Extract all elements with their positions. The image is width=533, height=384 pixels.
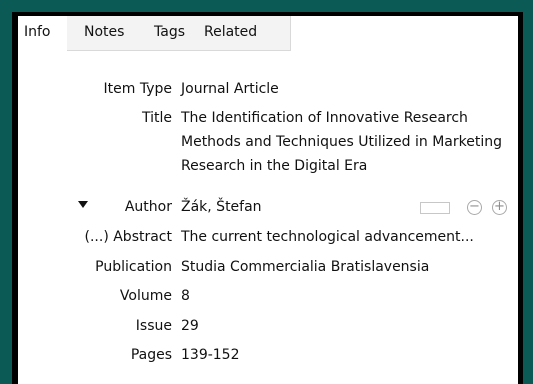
plus-circle-icon[interactable]: + <box>492 200 507 215</box>
issue-row: Issue 29 <box>18 314 518 338</box>
tab-info[interactable]: Info <box>18 16 66 52</box>
pages-label: Pages <box>130 347 172 363</box>
author-label: Author <box>124 199 172 215</box>
abstract-row: (...) Abstract The current technological… <box>18 225 518 249</box>
volume-label: Volume <box>119 288 172 304</box>
tab-related[interactable]: Related <box>204 16 257 50</box>
triangle-down-icon[interactable] <box>78 201 88 208</box>
title-label: Title <box>141 110 172 126</box>
pages-value[interactable]: 139-152 <box>181 343 516 367</box>
item-type-row: Item Type Journal Article <box>18 77 518 101</box>
tab-notes[interactable]: Notes <box>84 16 124 50</box>
minus-circle-icon[interactable]: − <box>467 200 482 215</box>
publication-label: Publication <box>95 259 172 275</box>
author-row: Author Žák, Štefan − + <box>18 195 518 219</box>
author-switch-box[interactable] <box>420 202 450 214</box>
publication-row: Publication Studia Commercialia Bratisla… <box>18 255 518 279</box>
publication-value[interactable]: Studia Commercialia Bratislavensia <box>181 255 516 279</box>
issue-label: Issue <box>135 318 172 334</box>
author-value[interactable]: Žák, Štefan <box>181 195 401 219</box>
tab-tags[interactable]: Tags <box>154 16 185 50</box>
title-value[interactable]: The Identification of Innovative Researc… <box>181 106 516 178</box>
abstract-value[interactable]: The current technological advancement... <box>181 225 516 249</box>
volume-value[interactable]: 8 <box>181 284 516 308</box>
item-type-value[interactable]: Journal Article <box>181 77 516 101</box>
author-controls: − + <box>420 200 516 216</box>
title-row: Title The Identification of Innovative R… <box>18 106 518 178</box>
tab-bar: Info Notes Tags Related <box>18 16 518 52</box>
issue-value[interactable]: 29 <box>181 314 516 338</box>
item-type-label: Item Type <box>103 81 172 97</box>
item-info-panel: Info Notes Tags Related Item Type Journa… <box>18 16 518 384</box>
abstract-label: (...) Abstract <box>84 229 173 245</box>
volume-row: Volume 8 <box>18 284 518 308</box>
pages-row: Pages 139-152 <box>18 343 518 367</box>
